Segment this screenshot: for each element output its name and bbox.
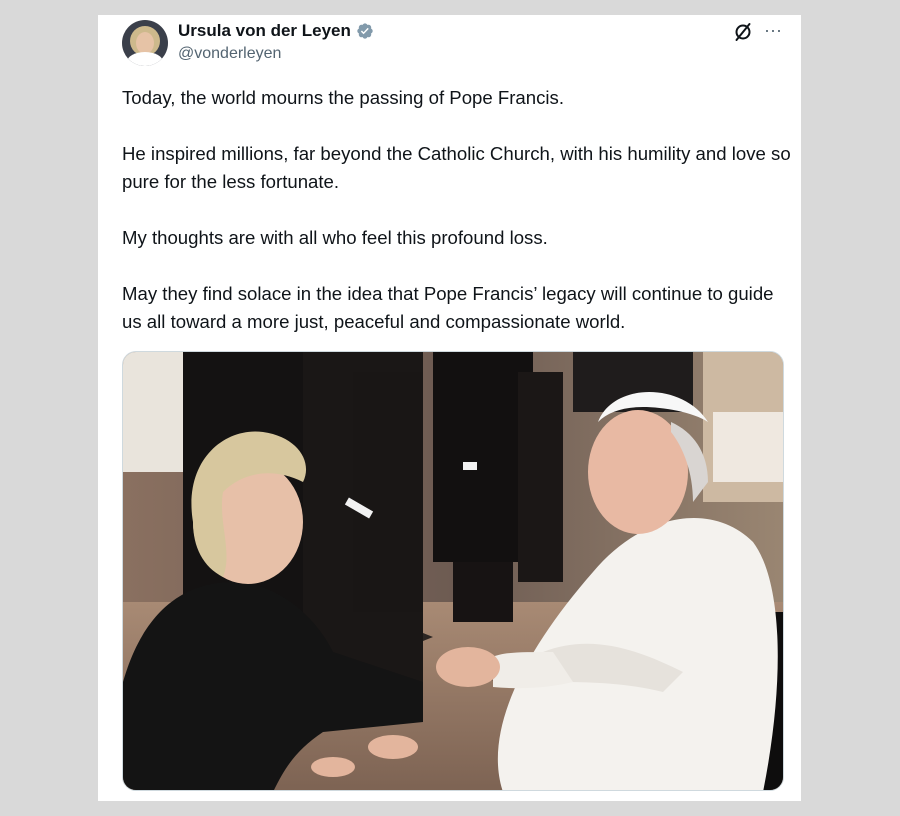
author-handle[interactable]: @vonderleyen <box>178 45 281 63</box>
verified-badge-icon <box>357 23 373 39</box>
post-paragraph-4: May they find solace in the idea that Po… <box>122 283 774 332</box>
grok-icon[interactable] <box>733 22 753 42</box>
post-paragraph-3: My thoughts are with all who feel this p… <box>122 227 548 248</box>
photo-handshake <box>123 352 783 790</box>
post-photo[interactable] <box>122 351 784 791</box>
post-paragraph-1: Today, the world mourns the passing of P… <box>122 87 564 108</box>
author-name-row: Ursula von der Leyen <box>178 21 374 41</box>
post-text: Today, the world mourns the passing of P… <box>122 84 792 364</box>
more-options-button[interactable]: ··· <box>764 20 782 41</box>
author-display-name[interactable]: Ursula von der Leyen <box>178 21 351 41</box>
post-card: Ursula von der Leyen @vonderleyen ··· To… <box>98 15 801 801</box>
avatar[interactable] <box>122 20 168 66</box>
post-paragraph-2: He inspired millions, far beyond the Cat… <box>122 143 791 192</box>
